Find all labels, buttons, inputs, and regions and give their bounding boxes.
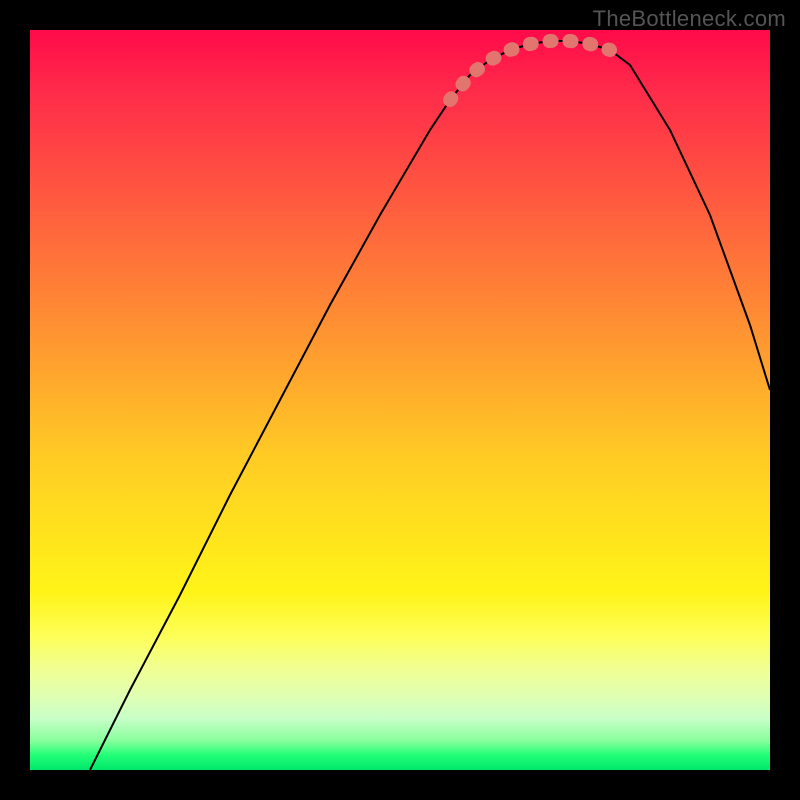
chart-area [30, 30, 770, 770]
watermark-text: TheBottleneck.com [593, 6, 786, 32]
highlight-dots [450, 41, 610, 100]
chart-svg [30, 30, 770, 770]
bottleneck-curve [90, 41, 770, 770]
